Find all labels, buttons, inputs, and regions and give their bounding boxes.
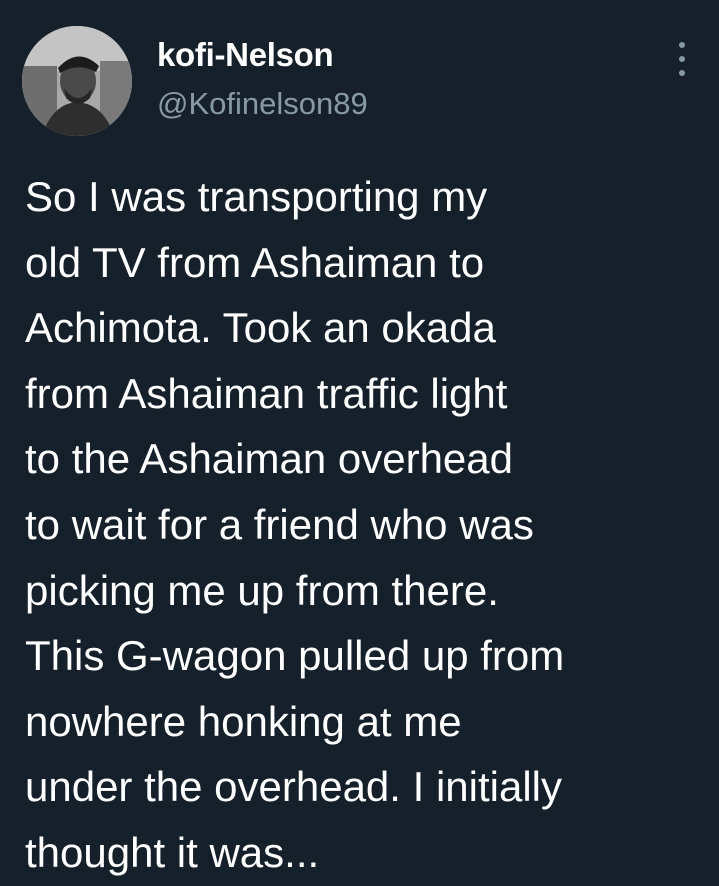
more-options-icon[interactable] [668, 40, 696, 78]
menu-dot [679, 70, 685, 76]
tweet-text-line: from Ashaiman traffic light [25, 369, 508, 417]
tweet-text-line: to the Ashaiman overhead [25, 435, 514, 483]
tweet-text-line: to wait for a friend who was [25, 500, 534, 548]
author-display-name[interactable]: kofi-Nelson [157, 36, 334, 74]
menu-dot [679, 56, 685, 62]
tweet-text-line: picking me up from there. [25, 566, 499, 614]
tweet-text-line: Achimota. Took an okada [25, 304, 496, 352]
tweet-card: kofi-Nelson @Kofinelson89 So I was trans… [0, 0, 719, 881]
avatar-photo-icon [22, 26, 132, 136]
author-avatar[interactable] [22, 26, 132, 136]
menu-dot [679, 42, 685, 48]
tweet-text-line: old TV from Ashaiman to [25, 238, 485, 286]
tweet-text-line: thought it was... [25, 828, 320, 876]
tweet-text-line: So I was transporting my [25, 173, 488, 220]
tweet-text-line: This G-wagon pulled up from [25, 632, 565, 680]
tweet-text-line: nowhere honking at me [25, 697, 462, 745]
author-handle[interactable]: @Kofinelson89 [157, 86, 368, 122]
tweet-text: So I was transporting my old TV from Ash… [25, 164, 710, 886]
tweet-text-line: under the overhead. I initially [25, 763, 562, 811]
